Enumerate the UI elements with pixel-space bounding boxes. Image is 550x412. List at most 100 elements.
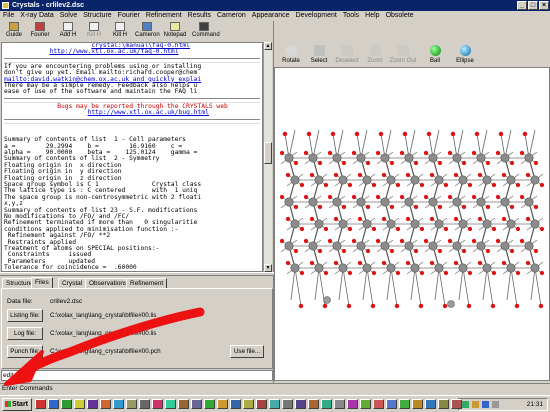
deselect-button[interactable]: Deselect [332, 42, 362, 66]
metal-atom [362, 219, 372, 229]
oxygen-atom [453, 216, 459, 222]
toolbar-fourier-button[interactable]: Fourier [28, 21, 52, 41]
menu-structure[interactable]: Structure [80, 11, 114, 21]
toolbar-guide-button[interactable]: Guide [2, 21, 26, 41]
taskbar-app-icon[interactable] [48, 399, 59, 409]
scroll-thumb[interactable] [264, 142, 272, 164]
menu-x-ray-data[interactable]: X-ray Data [17, 11, 56, 21]
oxygen-atom [323, 182, 329, 188]
ellipse-button[interactable]: Ellipse [450, 42, 480, 66]
tray-misc-icon[interactable] [492, 401, 499, 408]
metal-atom [404, 241, 414, 251]
taskbar-app-icon[interactable] [321, 399, 332, 409]
metal-atom [356, 197, 366, 207]
menu-results[interactable]: Results [185, 11, 214, 21]
taskbar-app-icon[interactable] [87, 399, 98, 409]
rotate-button[interactable]: Rotate [276, 42, 306, 66]
taskbar-app-icon[interactable] [152, 399, 163, 409]
horizontal-rule [4, 118, 260, 124]
taskbar-app-icon[interactable] [360, 399, 371, 409]
scroll-up-icon[interactable]: ▲ [264, 42, 272, 50]
toolbar-kill-h-button[interactable]: Kill H [82, 21, 106, 41]
tab-files[interactable]: Files [31, 277, 53, 288]
tab-observations[interactable]: Observations [85, 278, 132, 288]
taskbar-app-icon[interactable] [438, 399, 449, 409]
taskbar-app-icon[interactable] [243, 399, 254, 409]
menu-fourier[interactable]: Fourier [115, 11, 143, 21]
taskbar-app-icon[interactable] [74, 399, 85, 409]
taskbar-app-icon[interactable] [61, 399, 72, 409]
tray-app-icon[interactable] [482, 401, 489, 408]
menu-tools[interactable]: Tools [340, 11, 362, 21]
toolbar-cameron-button[interactable]: Cameron [135, 21, 160, 41]
taskbar-app-icon[interactable] [308, 399, 319, 409]
taskbar-app-icon[interactable] [425, 399, 436, 409]
zoom-button[interactable]: Zoom [360, 42, 390, 66]
taskbar-app-icon[interactable] [334, 399, 345, 409]
menu-refinement[interactable]: Refinement [143, 11, 185, 21]
oxygen-atom [309, 216, 315, 222]
text-output-scrollbar[interactable]: ▲ ▼ [263, 42, 272, 272]
taskbar-app-icon[interactable] [269, 399, 280, 409]
ball-button[interactable]: Ball [420, 42, 450, 66]
taskbar-app-icon[interactable] [35, 399, 46, 409]
taskbar-app-icon[interactable] [100, 399, 111, 409]
metal-atom [476, 197, 486, 207]
menu-development[interactable]: Development [293, 11, 340, 21]
taskbar-app-icon[interactable] [399, 399, 410, 409]
scroll-down-icon[interactable]: ▼ [264, 264, 272, 272]
menu-file[interactable]: File [0, 11, 17, 21]
menu-appearance[interactable]: Appearance [249, 11, 293, 21]
toolbar-add-h-button[interactable]: Add H [56, 21, 80, 41]
tray-speaker-icon[interactable] [472, 401, 479, 408]
tray-network-icon[interactable] [462, 401, 469, 408]
toolbar-kill-h-button[interactable]: Kill H [108, 21, 132, 41]
metal-atom [434, 175, 444, 185]
taskbar-app-icon[interactable] [347, 399, 358, 409]
menu-obsolete[interactable]: Obsolete [383, 11, 417, 21]
oxygen-atom [538, 303, 544, 309]
toolbar-command-button[interactable]: Command [192, 21, 220, 41]
tab-refinement[interactable]: Refinement [126, 278, 168, 288]
taskbar-app-icon[interactable] [295, 399, 306, 409]
taskbar-app-icon[interactable] [178, 399, 189, 409]
toolbar-notepad-button[interactable]: Notepad [163, 21, 187, 41]
oxygen-atom [495, 238, 501, 244]
oxygen-atom [371, 226, 377, 232]
close-button[interactable]: × [539, 1, 549, 10]
oxygen-atom [447, 194, 453, 200]
taskbar-app-icon[interactable] [165, 399, 176, 409]
text-link[interactable]: http://www.xtl.ox.ac.uk/bug.html [2, 109, 262, 116]
molecule-view[interactable] [274, 67, 550, 381]
taskbar-app-icon[interactable] [373, 399, 384, 409]
tab-crystal[interactable]: Crystal [58, 278, 87, 288]
oxygen-atom [317, 204, 323, 210]
maximize-button[interactable]: □ [528, 1, 538, 10]
taskbar-app-icon[interactable] [113, 399, 124, 409]
toolbar-label: Guide [5, 32, 22, 38]
molecule-structure[interactable] [275, 68, 549, 380]
menu-cameron[interactable]: Cameron [214, 11, 249, 21]
taskbar-app-icon[interactable] [204, 399, 215, 409]
taskbar-app-icon[interactable] [451, 399, 462, 409]
start-button[interactable]: Start [2, 398, 32, 411]
minimize-button[interactable]: _ [517, 1, 527, 10]
oxygen-atom [539, 270, 545, 276]
taskbar-app-icon[interactable] [217, 399, 228, 409]
taskbar-app-icon[interactable] [191, 399, 202, 409]
text-link[interactable]: http://www.xtl.ox.ac.uk/faq-0.html [2, 48, 262, 55]
taskbar-app-icon[interactable] [139, 399, 150, 409]
taskbar-app-icon[interactable] [126, 399, 137, 409]
select-button[interactable]: Select [304, 42, 334, 66]
model-toolbar-label: Rotate [282, 58, 300, 64]
oxygen-atom [365, 248, 371, 254]
zoom-out-button[interactable]: Zoom Out [388, 42, 418, 66]
taskbar-app-icon[interactable] [412, 399, 423, 409]
menu-solve[interactable]: Solve [57, 11, 81, 21]
taskbar-app-icon[interactable] [386, 399, 397, 409]
taskbar-app-icon[interactable] [230, 399, 241, 409]
pane-splitter[interactable] [0, 272, 274, 276]
menu-help[interactable]: Help [362, 11, 382, 21]
taskbar-app-icon[interactable] [282, 399, 293, 409]
taskbar-app-icon[interactable] [256, 399, 267, 409]
